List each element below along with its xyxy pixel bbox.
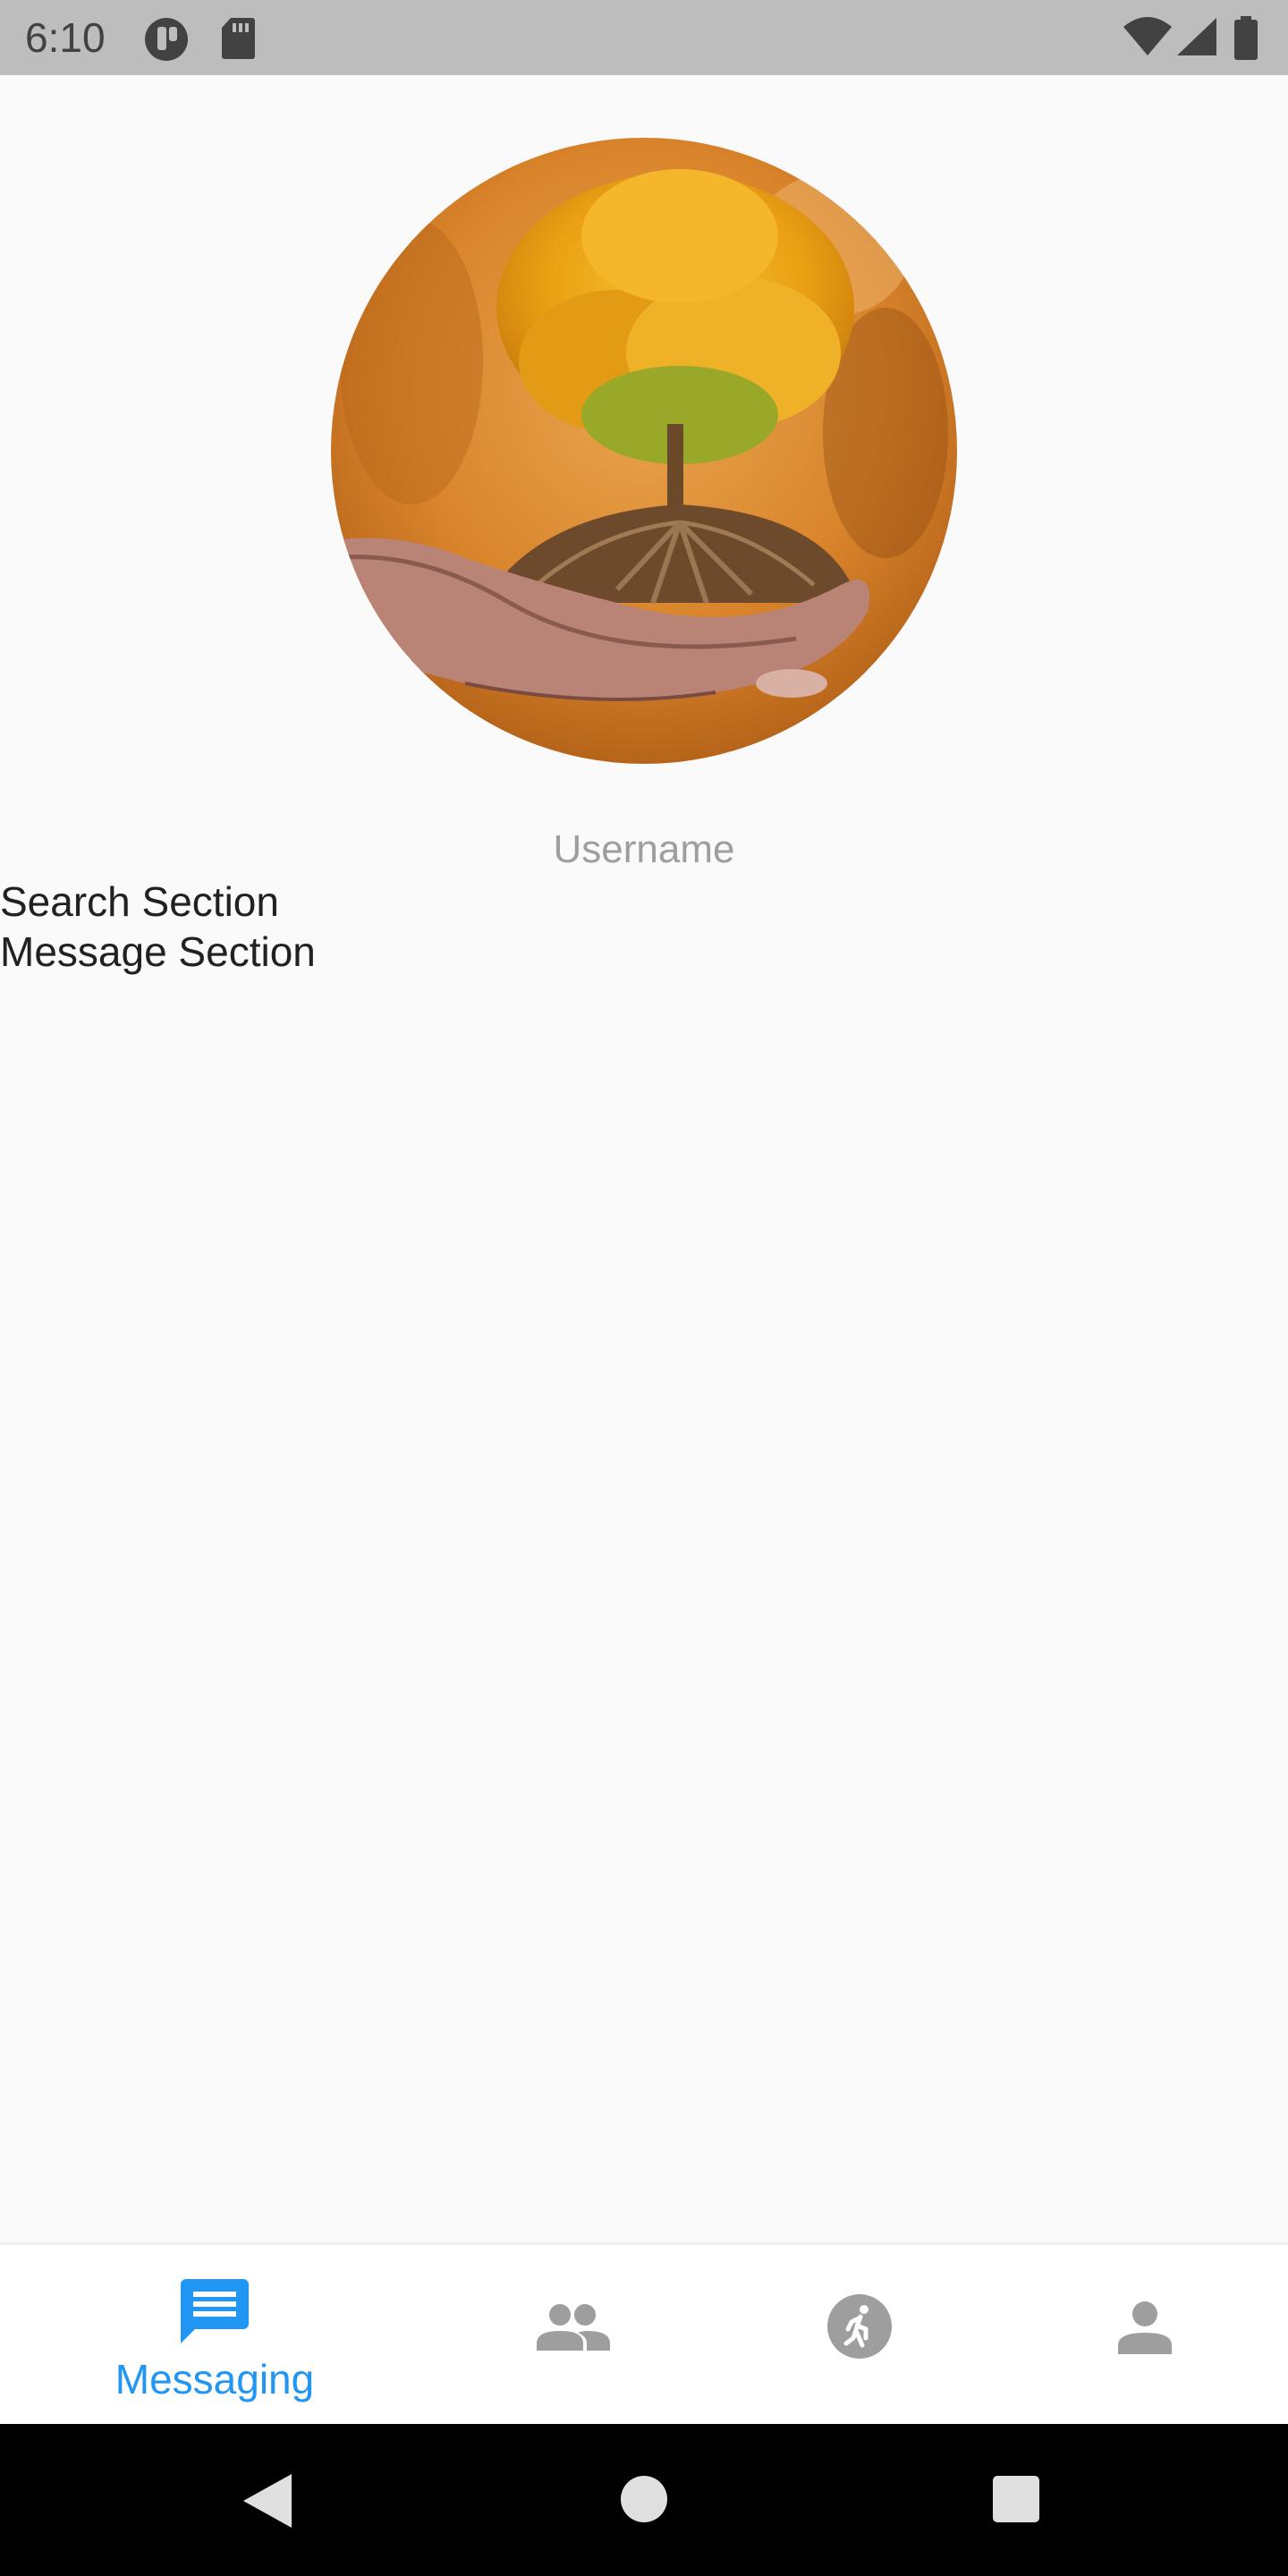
sd-card-icon — [222, 18, 255, 59]
nav-item-profile[interactable] — [1038, 2245, 1252, 2424]
status-time: 6:10 — [25, 14, 106, 61]
signal-icon — [1177, 18, 1216, 55]
wifi-icon — [1123, 17, 1172, 55]
profile-avatar[interactable] — [331, 138, 957, 764]
recents-icon[interactable] — [993, 2476, 1039, 2522]
people-icon — [537, 2304, 610, 2351]
username-label: Username — [553, 827, 735, 871]
status-bar: 6:10 — [0, 0, 1288, 75]
search-section-label: Search Section — [0, 878, 279, 925]
run-icon — [827, 2294, 892, 2359]
nav-item-activity[interactable] — [751, 2245, 966, 2424]
tree-in-hands-image — [331, 138, 957, 764]
bottom-navigation: Messaging — [0, 2245, 1288, 2424]
message-icon — [181, 2279, 249, 2343]
message-section-label: Message Section — [0, 928, 316, 975]
home-icon[interactable] — [621, 2476, 667, 2522]
system-navigation-bar — [0, 2424, 1288, 2576]
circle-app-icon — [145, 18, 188, 61]
nav-item-messaging[interactable]: Messaging — [107, 2245, 322, 2424]
person-icon — [1118, 2301, 1172, 2354]
nav-label-messaging: Messaging — [114, 2356, 315, 2402]
nav-item-people[interactable] — [465, 2245, 680, 2424]
back-icon[interactable] — [243, 2474, 292, 2528]
battery-icon — [1234, 16, 1258, 60]
